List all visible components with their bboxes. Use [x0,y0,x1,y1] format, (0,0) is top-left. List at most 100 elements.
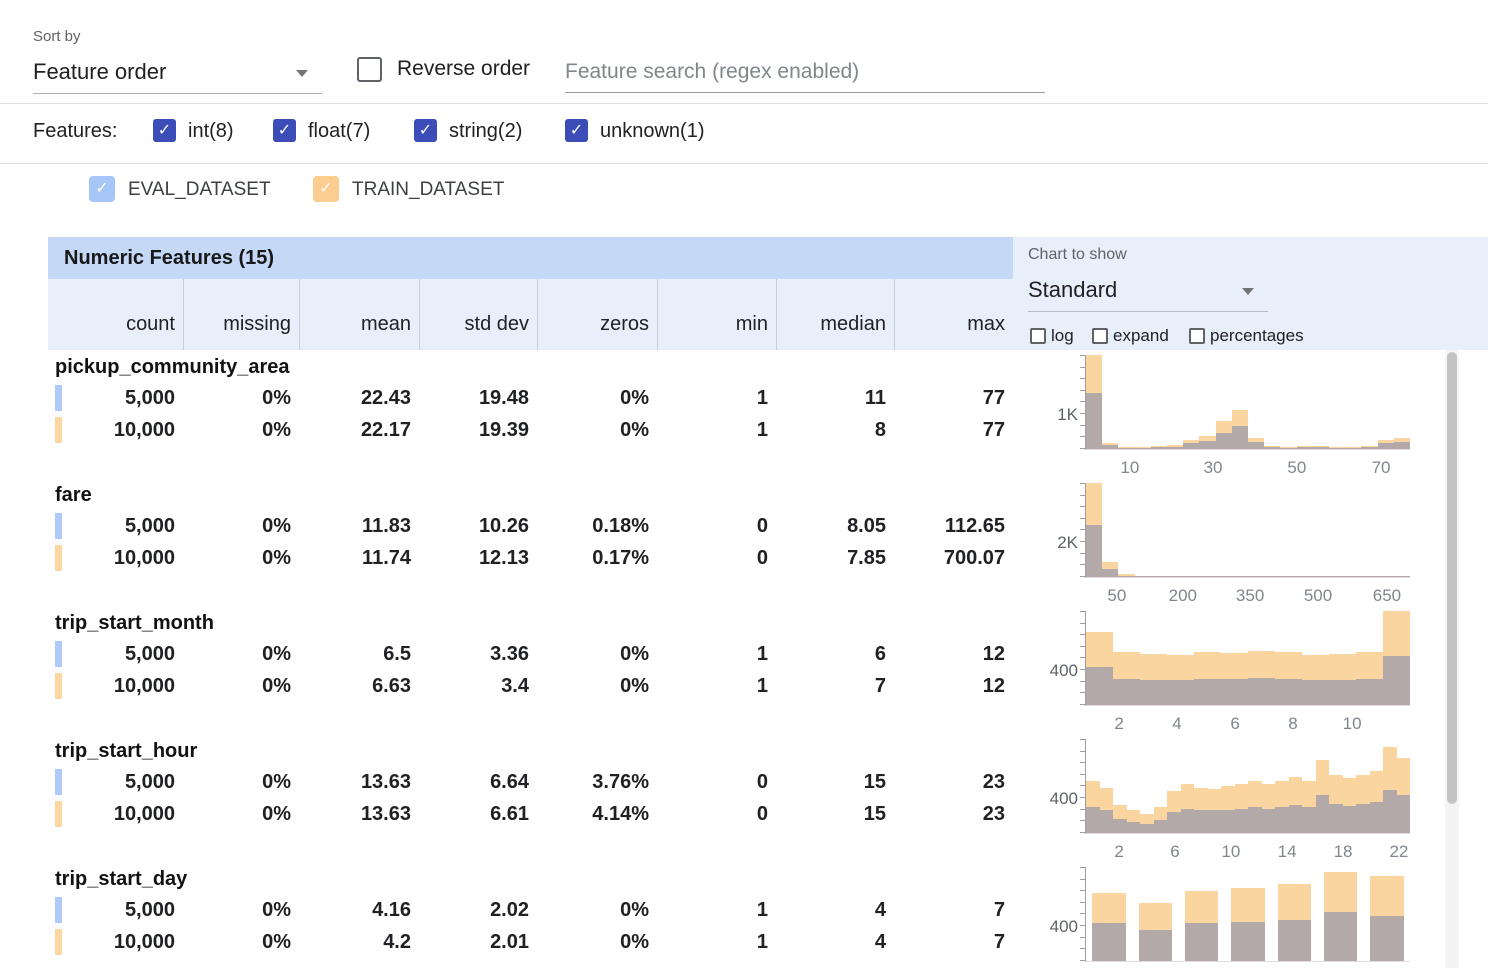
y-axis-tick [1080,937,1085,938]
feature-type-checkbox-float[interactable]: ✓ [273,119,296,142]
histogram-bar-eval [1329,804,1343,833]
stat-value: 0% [262,547,291,570]
histogram-bar-eval [1302,680,1329,705]
stat-value: 1 [757,387,768,410]
eval-dataset-checkbox[interactable]: ✓ [89,176,115,202]
stat-value: 4.2 [383,931,411,954]
x-axis-tick-label: 8 [1288,714,1297,734]
stat-value: 0% [262,419,291,442]
feature-type-checkbox-int[interactable]: ✓ [153,119,176,142]
histogram-bar-eval [1370,916,1403,961]
stat-value: 12 [983,643,1005,666]
feature-search-input[interactable] [565,52,1045,93]
histogram-bar-eval [1370,802,1384,833]
y-axis-tick [1080,448,1085,449]
stat-value: 112.65 [945,515,1005,538]
histogram-bar-eval [1140,824,1154,833]
stat-mean: 4.2 [299,926,419,958]
expand-checkbox[interactable] [1092,328,1108,344]
histogram-fare: 2K [1085,483,1410,578]
histogram-bar-eval [1383,790,1397,833]
y-axis-tick [1080,611,1085,612]
feature-type-checkbox-unknown[interactable]: ✓ [565,119,588,142]
stat-missing: 0% [183,798,299,830]
stat-max: 7 [894,926,1013,958]
y-axis-label: 1K [1036,405,1078,425]
chart-type-dropdown[interactable]: Standard [1028,270,1268,312]
histogram-bar-eval [1248,576,1264,577]
stat-median: 15 [776,798,894,830]
stat-value: 0% [262,931,291,954]
x-axis-labels: 246810 [1085,714,1410,734]
stat-median: 7.85 [776,542,894,574]
feature-type-checkbox-string[interactable]: ✓ [414,119,437,142]
stat-value: 1 [757,899,768,922]
feature-name: fare [48,480,1013,510]
log-checkbox[interactable] [1030,328,1046,344]
column-header-row: count missing mean std dev zeros min med… [48,279,1013,350]
y-axis-tick [1080,902,1085,903]
histogram-bar-eval [1297,576,1313,577]
train-dataset-label: TRAIN_DATASET [352,179,504,201]
column-header-missing: missing [183,279,299,350]
y-axis-tick [1080,646,1085,647]
percentages-checkbox[interactable] [1189,328,1205,344]
y-axis-tick [1080,785,1085,786]
stat-missing: 0% [183,638,299,670]
chart-to-show-label: Chart to show [1028,246,1127,264]
stat-row-eval: 5,0000%13.636.643.76%01523 [48,766,1013,798]
reverse-order-checkbox[interactable] [357,57,382,82]
stat-median: 8 [776,414,894,446]
stat-min: 1 [657,894,776,926]
histogram-bar-eval [1378,576,1394,577]
train-dataset-checkbox[interactable]: ✓ [313,176,339,202]
sort-by-value: Feature order [33,59,166,85]
column-header-min: min [657,279,776,350]
column-header-median: median [776,279,894,350]
stat-value: 7 [994,931,1005,954]
sort-by-dropdown[interactable]: Feature order [33,50,322,94]
feature-type-label-int: int(8) [188,120,234,143]
feature-stats: trip_start_day5,0000%4.162.020%14710,000… [48,864,1013,958]
histogram-bar-eval [1102,445,1118,449]
stat-mean: 22.17 [299,414,419,446]
y-axis-tick [1080,797,1085,798]
histogram-bar-eval [1275,679,1302,705]
histogram-bar-eval [1118,448,1134,449]
stat-count: 5,000 [48,510,183,542]
y-axis-label: 400 [1036,789,1078,809]
y-axis-tick [1080,541,1085,542]
percentages-label: percentages [1210,326,1304,346]
feature-name: trip_start_month [48,608,1013,638]
stat-value: 4 [875,899,886,922]
stat-std-dev: 6.64 [419,766,537,798]
stat-value: 0% [620,419,649,442]
y-axis-tick [1080,367,1085,368]
y-axis-tick [1080,762,1085,763]
stat-median: 4 [776,894,894,926]
stat-row-eval: 5,0000%11.8310.260.18%08.05112.65 [48,510,1013,542]
stat-missing: 0% [183,382,299,414]
feature-type-label-string: string(2) [449,120,522,143]
histogram-bar-eval [1183,576,1199,577]
y-axis-tick [1080,681,1085,682]
eval-color-chip [55,641,62,667]
stat-zeros: 0% [537,638,657,670]
histogram-bar-eval [1232,426,1248,449]
stat-count: 10,000 [48,798,183,830]
histogram-bar-eval [1275,807,1289,833]
histogram-bar-eval [1329,680,1356,705]
feature-stats: pickup_community_area5,0000%22.4319.480%… [48,352,1013,446]
feature-stats: trip_start_month5,0000%6.53.360%161210,0… [48,608,1013,702]
histogram-bar-eval [1167,447,1183,449]
x-axis-tick-label: 10 [1343,714,1362,734]
stat-value: 0% [620,643,649,666]
stat-value: 7 [994,899,1005,922]
histogram-bar-eval [1086,667,1113,705]
stat-min: 0 [657,542,776,574]
histogram-bar-eval [1394,442,1410,449]
scrollbar-thumb[interactable] [1447,352,1457,804]
y-axis-tick [1080,751,1085,752]
stat-value: 6.63 [372,675,411,698]
stat-mean: 13.63 [299,798,419,830]
